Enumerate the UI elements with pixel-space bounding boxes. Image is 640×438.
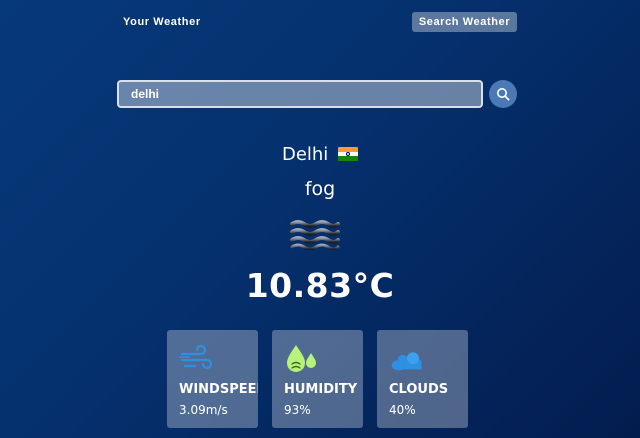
search-icon [497, 88, 510, 101]
windspeed-label: WINDSPEED [179, 382, 258, 397]
clouds-label: CLOUDS [389, 382, 449, 397]
india-flag-icon [338, 147, 359, 161]
city-name-row: Delhi [0, 144, 640, 165]
clouds-value: 40% [389, 403, 416, 417]
city-name: Delhi [281, 144, 329, 165]
clouds-card: CLOUDS 40% [377, 330, 468, 428]
clouds-icon [391, 352, 422, 371]
humidity-card: HUMIDITY 93% [272, 330, 363, 428]
weather-condition: fog [304, 178, 336, 200]
search-button[interactable] [489, 80, 517, 108]
search-box [117, 80, 483, 108]
tab-search-weather[interactable]: Search Weather [412, 12, 517, 32]
wind-icon [179, 344, 213, 370]
windspeed-card: WINDSPEED 3.09m/s [167, 330, 258, 428]
humidity-label: HUMIDITY [284, 382, 358, 397]
search-input[interactable] [119, 82, 481, 106]
temperature: 10.83°C [245, 266, 395, 305]
fog-icon [290, 220, 340, 250]
humidity-icon [287, 345, 316, 372]
tab-your-weather[interactable]: Your Weather [117, 12, 209, 32]
humidity-value: 93% [284, 403, 311, 417]
windspeed-value: 3.09m/s [179, 403, 228, 417]
